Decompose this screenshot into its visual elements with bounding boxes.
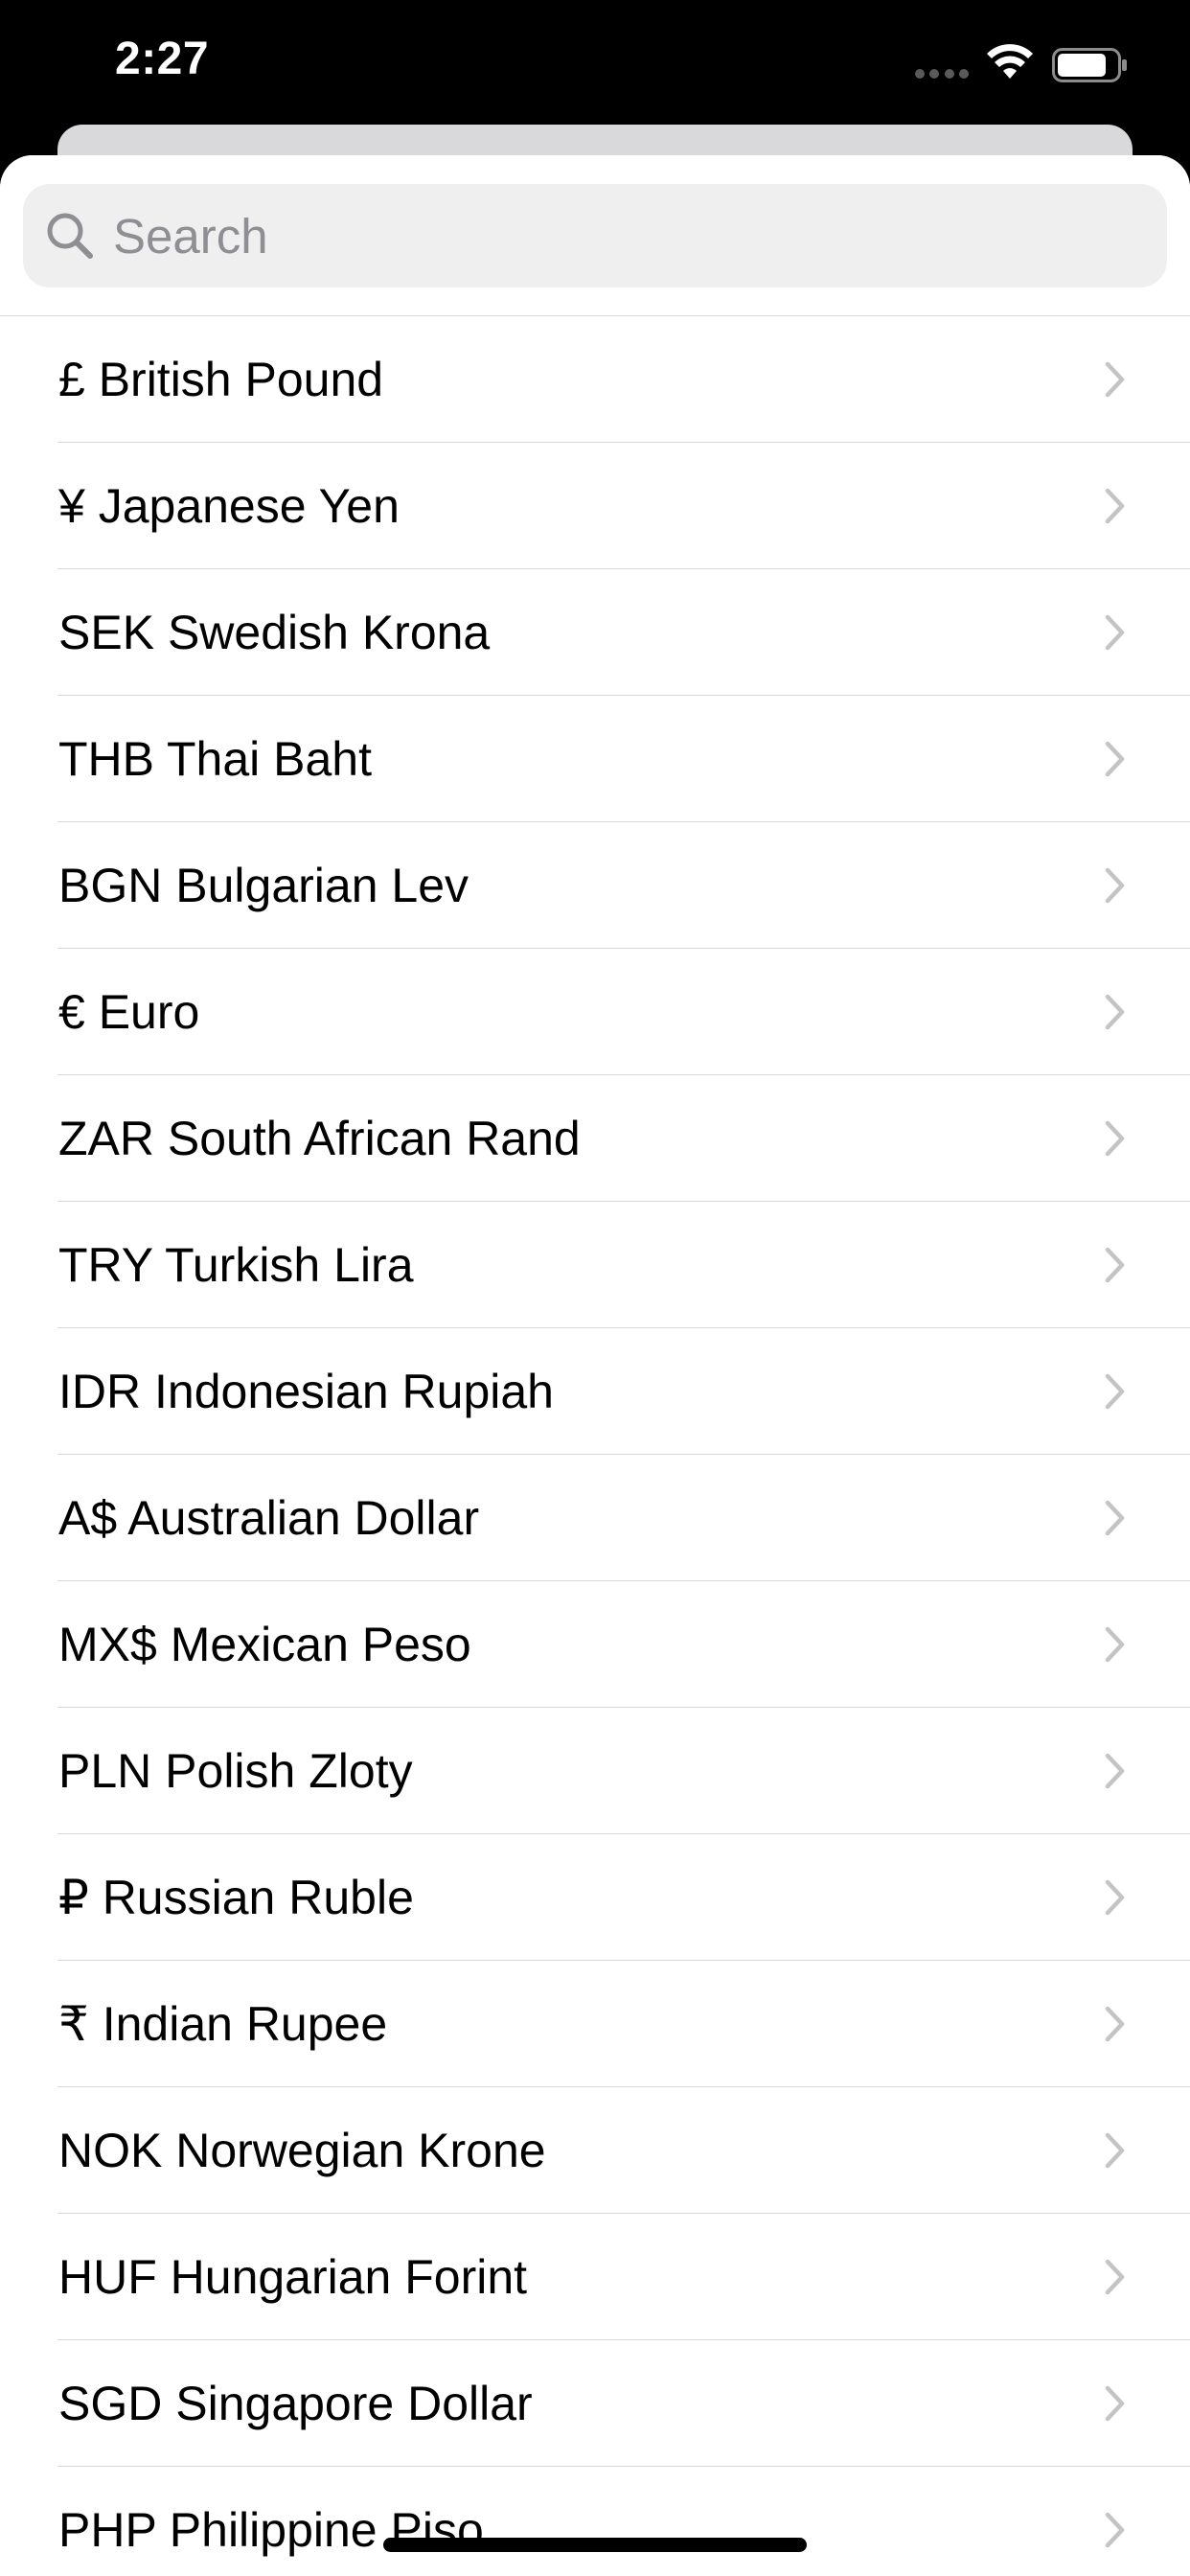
- home-indicator[interactable]: [383, 2538, 807, 2552]
- currency-row[interactable]: £ British Pound: [0, 316, 1190, 443]
- chevron-right-icon: [1105, 1500, 1125, 1536]
- currency-label: NOK Norwegian Krone: [58, 2124, 546, 2177]
- status-bar: 2:27: [0, 0, 1190, 126]
- currency-label: A$ Australian Dollar: [58, 1491, 480, 1545]
- currency-row[interactable]: IDR Indonesian Rupiah: [0, 1328, 1190, 1455]
- chevron-right-icon: [1105, 2132, 1125, 2169]
- currency-row[interactable]: ¥ Japanese Yen: [0, 443, 1190, 569]
- currency-label: PLN Polish Zloty: [58, 1744, 413, 1798]
- currency-row[interactable]: ZAR South African Rand: [0, 1075, 1190, 1202]
- chevron-right-icon: [1105, 867, 1125, 904]
- currency-row[interactable]: HUF Hungarian Forint: [0, 2214, 1190, 2340]
- currency-row[interactable]: THB Thai Baht: [0, 696, 1190, 822]
- currency-row[interactable]: PLN Polish Zloty: [0, 1708, 1190, 1834]
- currency-label: TRY Turkish Lira: [58, 1238, 414, 1292]
- currency-row[interactable]: SEK Swedish Krona: [0, 569, 1190, 696]
- currency-row[interactable]: ₹ Indian Rupee: [0, 1961, 1190, 2087]
- currency-label: ZAR South African Rand: [58, 1112, 581, 1165]
- currency-row[interactable]: A$ Australian Dollar: [0, 1455, 1190, 1581]
- currency-label: BGN Bulgarian Lev: [58, 859, 469, 912]
- chevron-right-icon: [1105, 1626, 1125, 1663]
- search-input[interactable]: [113, 207, 1119, 264]
- status-time: 2:27: [115, 34, 210, 84]
- currency-label: ¥ Japanese Yen: [58, 479, 400, 533]
- chevron-right-icon: [1105, 488, 1125, 524]
- chevron-right-icon: [1105, 2512, 1125, 2548]
- currency-row[interactable]: NOK Norwegian Krone: [0, 2087, 1190, 2214]
- currency-label: THB Thai Baht: [58, 732, 373, 786]
- chevron-right-icon: [1105, 2006, 1125, 2042]
- chevron-right-icon: [1105, 1879, 1125, 1916]
- currency-row[interactable]: SGD Singapore Dollar: [0, 2340, 1190, 2467]
- currency-row[interactable]: BGN Bulgarian Lev: [0, 822, 1190, 949]
- chevron-right-icon: [1105, 1753, 1125, 1789]
- currency-label: HUF Hungarian Forint: [58, 2250, 528, 2304]
- chevron-right-icon: [1105, 994, 1125, 1030]
- chevron-right-icon: [1105, 2259, 1125, 2295]
- chevron-right-icon: [1105, 1120, 1125, 1157]
- currency-row[interactable]: € Euro: [0, 949, 1190, 1075]
- currency-label: MX$ Mexican Peso: [58, 1618, 471, 1671]
- currency-label: SEK Swedish Krona: [58, 606, 491, 659]
- chevron-right-icon: [1105, 361, 1125, 398]
- chevron-right-icon: [1105, 2385, 1125, 2422]
- currency-label: € Euro: [58, 985, 200, 1039]
- search-bar: [0, 155, 1190, 316]
- cellular-signal-icon: [915, 69, 969, 79]
- chevron-right-icon: [1105, 614, 1125, 651]
- currency-label: ₹ Indian Rupee: [58, 1997, 388, 2051]
- currency-picker-sheet: £ British Pound ¥ Japanese Yen SEK Swedish…: [0, 155, 1190, 2576]
- currency-label: £ British Pound: [58, 353, 384, 406]
- screen: 2:27 £ British Pound¥ Japane: [0, 0, 1190, 2576]
- magnifying-glass-icon: [47, 213, 93, 259]
- currency-row[interactable]: ₽ Russian Ruble: [0, 1834, 1190, 1961]
- wifi-icon: [987, 44, 1033, 79]
- currency-row[interactable]: MX$ Mexican Peso: [0, 1581, 1190, 1708]
- search-field[interactable]: [23, 184, 1167, 288]
- currency-label: PHP Philippine Piso: [58, 2503, 484, 2557]
- battery-icon: [1052, 48, 1127, 82]
- chevron-right-icon: [1105, 1247, 1125, 1283]
- currency-label: SGD Singapore Dollar: [58, 2377, 533, 2430]
- chevron-right-icon: [1105, 1373, 1125, 1410]
- currency-row[interactable]: TRY Turkish Lira: [0, 1202, 1190, 1328]
- currency-label: ₽ Russian Ruble: [58, 1871, 414, 1924]
- chevron-right-icon: [1105, 741, 1125, 777]
- currency-row[interactable]: PHP Philippine Piso: [0, 2467, 1190, 2576]
- currency-label: IDR Indonesian Rupiah: [58, 1365, 554, 1418]
- currency-list: £ British Pound ¥ Japanese Yen SEK Swedish…: [0, 316, 1190, 2576]
